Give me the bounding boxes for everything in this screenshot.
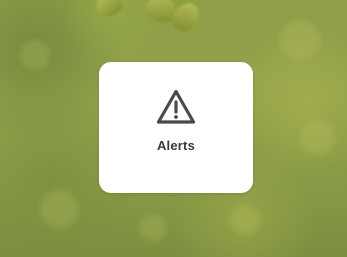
warning-triangle-icon (156, 89, 196, 124)
leaf-decoration (93, 0, 125, 20)
alerts-button[interactable]: Alerts (99, 62, 253, 193)
bokeh-spot (300, 120, 335, 155)
alerts-label: Alerts (156, 138, 196, 153)
bokeh-spot (140, 215, 166, 241)
bokeh-spot (20, 40, 50, 70)
bokeh-spot (40, 190, 78, 228)
bokeh-spot (230, 205, 260, 235)
bokeh-spot (280, 20, 320, 60)
